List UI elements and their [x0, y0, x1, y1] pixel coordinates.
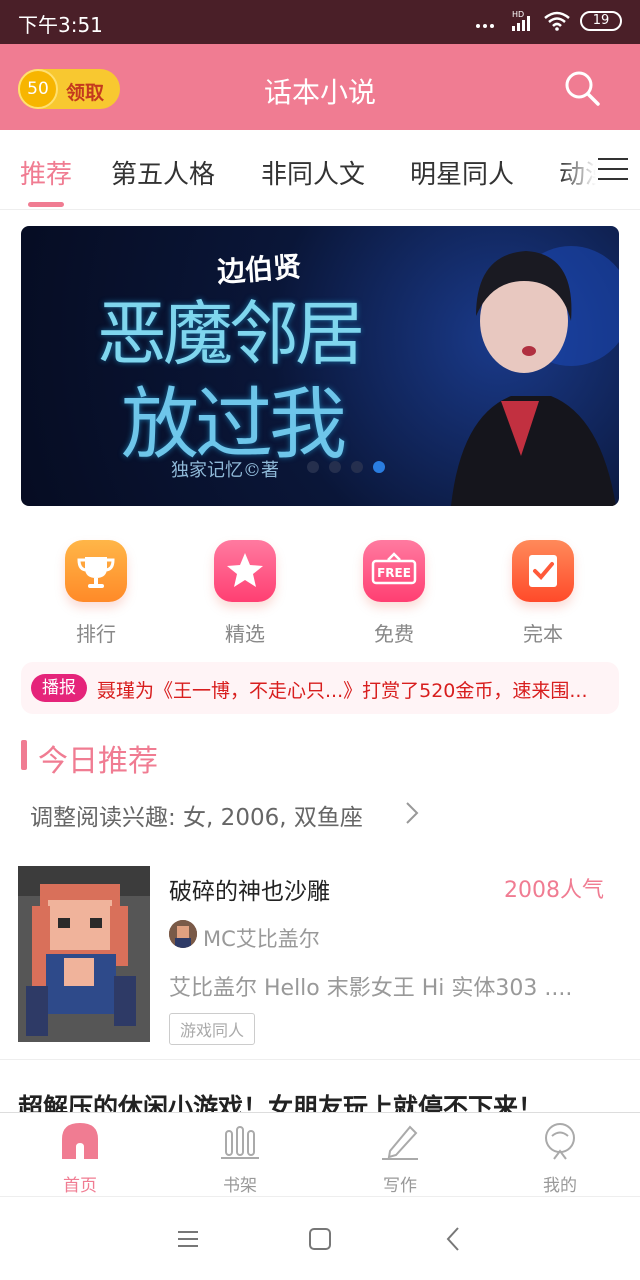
- page-dot[interactable]: [329, 461, 341, 473]
- search-icon[interactable]: [562, 68, 602, 108]
- active-tab-indicator: [28, 202, 64, 207]
- nav-home[interactable]: 首页: [30, 1121, 130, 1196]
- wifi-icon: [544, 11, 570, 31]
- book-tag[interactable]: 游戏同人: [169, 1013, 256, 1045]
- home-button-icon[interactable]: [306, 1225, 334, 1253]
- nav-write-label: 写作: [383, 1176, 417, 1196]
- quick-links: 排行 精选 FREE 免费 完本: [0, 540, 640, 650]
- nav-profile-label: 我的: [543, 1176, 577, 1196]
- pencil-icon: [382, 1125, 418, 1160]
- quick-free-label: 免费: [374, 622, 414, 646]
- banner-pagination[interactable]: [307, 461, 385, 473]
- status-time: 下午3:51: [18, 13, 103, 37]
- more-dots-icon: [476, 14, 494, 28]
- profile-icon: [545, 1123, 575, 1160]
- quick-ranking[interactable]: 排行: [46, 540, 146, 647]
- app-header: 50 领取 话本小说: [0, 44, 640, 130]
- reading-interest-link[interactable]: 调整阅读兴趣: 女, 2006, 双鱼座: [30, 798, 363, 832]
- bookshelf-icon: [221, 1126, 259, 1159]
- book-title: 破碎的神也沙雕: [169, 879, 330, 905]
- quick-free[interactable]: FREE 免费: [344, 540, 444, 647]
- signal-icon: HD: [512, 10, 530, 31]
- tab-celebrity-fanfic[interactable]: 明星同人: [410, 154, 514, 191]
- nav-home-label: 首页: [63, 1176, 97, 1196]
- book-cover: [18, 866, 150, 1042]
- free-tag-icon: FREE: [363, 540, 425, 602]
- banner-credit: 独家记忆©著: [171, 460, 279, 481]
- home-icon: [62, 1123, 98, 1159]
- broadcast-badge: 播报: [31, 674, 87, 702]
- recent-apps-icon[interactable]: [174, 1225, 202, 1253]
- section-title: 今日推荐: [38, 744, 158, 779]
- promo-banner[interactable]: 边伯贤 恶魔邻居 放过我 独家记忆©著: [21, 226, 619, 506]
- page-dot-active[interactable]: [373, 461, 385, 473]
- banner-artwork: [451, 246, 619, 506]
- book-popularity: 2008人气: [504, 878, 604, 903]
- bottom-nav: 首页 书架 写作 我的: [0, 1112, 640, 1196]
- nav-profile[interactable]: 我的: [510, 1121, 610, 1196]
- page-dot[interactable]: [351, 461, 363, 473]
- checklist-icon: [512, 540, 574, 602]
- system-nav-bar: [0, 1196, 640, 1280]
- broadcast-bar[interactable]: 播报 聂瑾为《王一博，不走心只...》打赏了520金币，速来围...: [21, 662, 619, 714]
- quick-completed-label: 完本: [523, 622, 563, 646]
- quick-featured-label: 精选: [225, 622, 265, 646]
- status-icons: HD 19: [476, 10, 622, 32]
- quick-featured[interactable]: 精选: [195, 540, 295, 647]
- battery-level: 19: [592, 13, 610, 28]
- quick-ranking-label: 排行: [76, 622, 116, 646]
- section-marker: [21, 740, 27, 770]
- tab-original[interactable]: 非同人文: [261, 154, 365, 191]
- trophy-icon: [65, 540, 127, 602]
- nav-write[interactable]: 写作: [350, 1121, 450, 1196]
- network-label: HD: [512, 10, 524, 19]
- status-bar: 下午3:51 HD 19: [0, 0, 640, 44]
- book-author[interactable]: MC艾比盖尔: [203, 923, 320, 953]
- nav-bookshelf-label: 书架: [223, 1176, 257, 1196]
- menu-icon[interactable]: [598, 158, 628, 182]
- tab-recommend[interactable]: 推荐: [20, 154, 72, 191]
- back-icon[interactable]: [440, 1225, 468, 1253]
- broadcast-text: 聂瑾为《王一博，不走心只...》打赏了520金币，速来围...: [97, 680, 588, 702]
- chevron-right-icon[interactable]: [404, 800, 420, 826]
- tab-identity-v[interactable]: 第五人格: [111, 154, 215, 191]
- book-card[interactable]: 破碎的神也沙雕 2008人气 MC艾比盖尔 艾比盖尔 Hello 末影女王 Hi…: [0, 860, 640, 1060]
- page-dot[interactable]: [307, 461, 319, 473]
- book-description: 艾比盖尔 Hello 末影女王 Hi 实体303 ....: [169, 976, 573, 1001]
- svg-text:FREE: FREE: [377, 566, 411, 580]
- star-icon: [214, 540, 276, 602]
- nav-bookshelf[interactable]: 书架: [190, 1121, 290, 1196]
- category-tabs: 推荐 第五人格 非同人文 明星同人 动漫: [0, 130, 640, 210]
- quick-completed[interactable]: 完本: [493, 540, 593, 647]
- author-avatar[interactable]: [169, 920, 197, 948]
- battery-icon: 19: [580, 11, 622, 31]
- app-title: 话本小说: [263, 76, 376, 109]
